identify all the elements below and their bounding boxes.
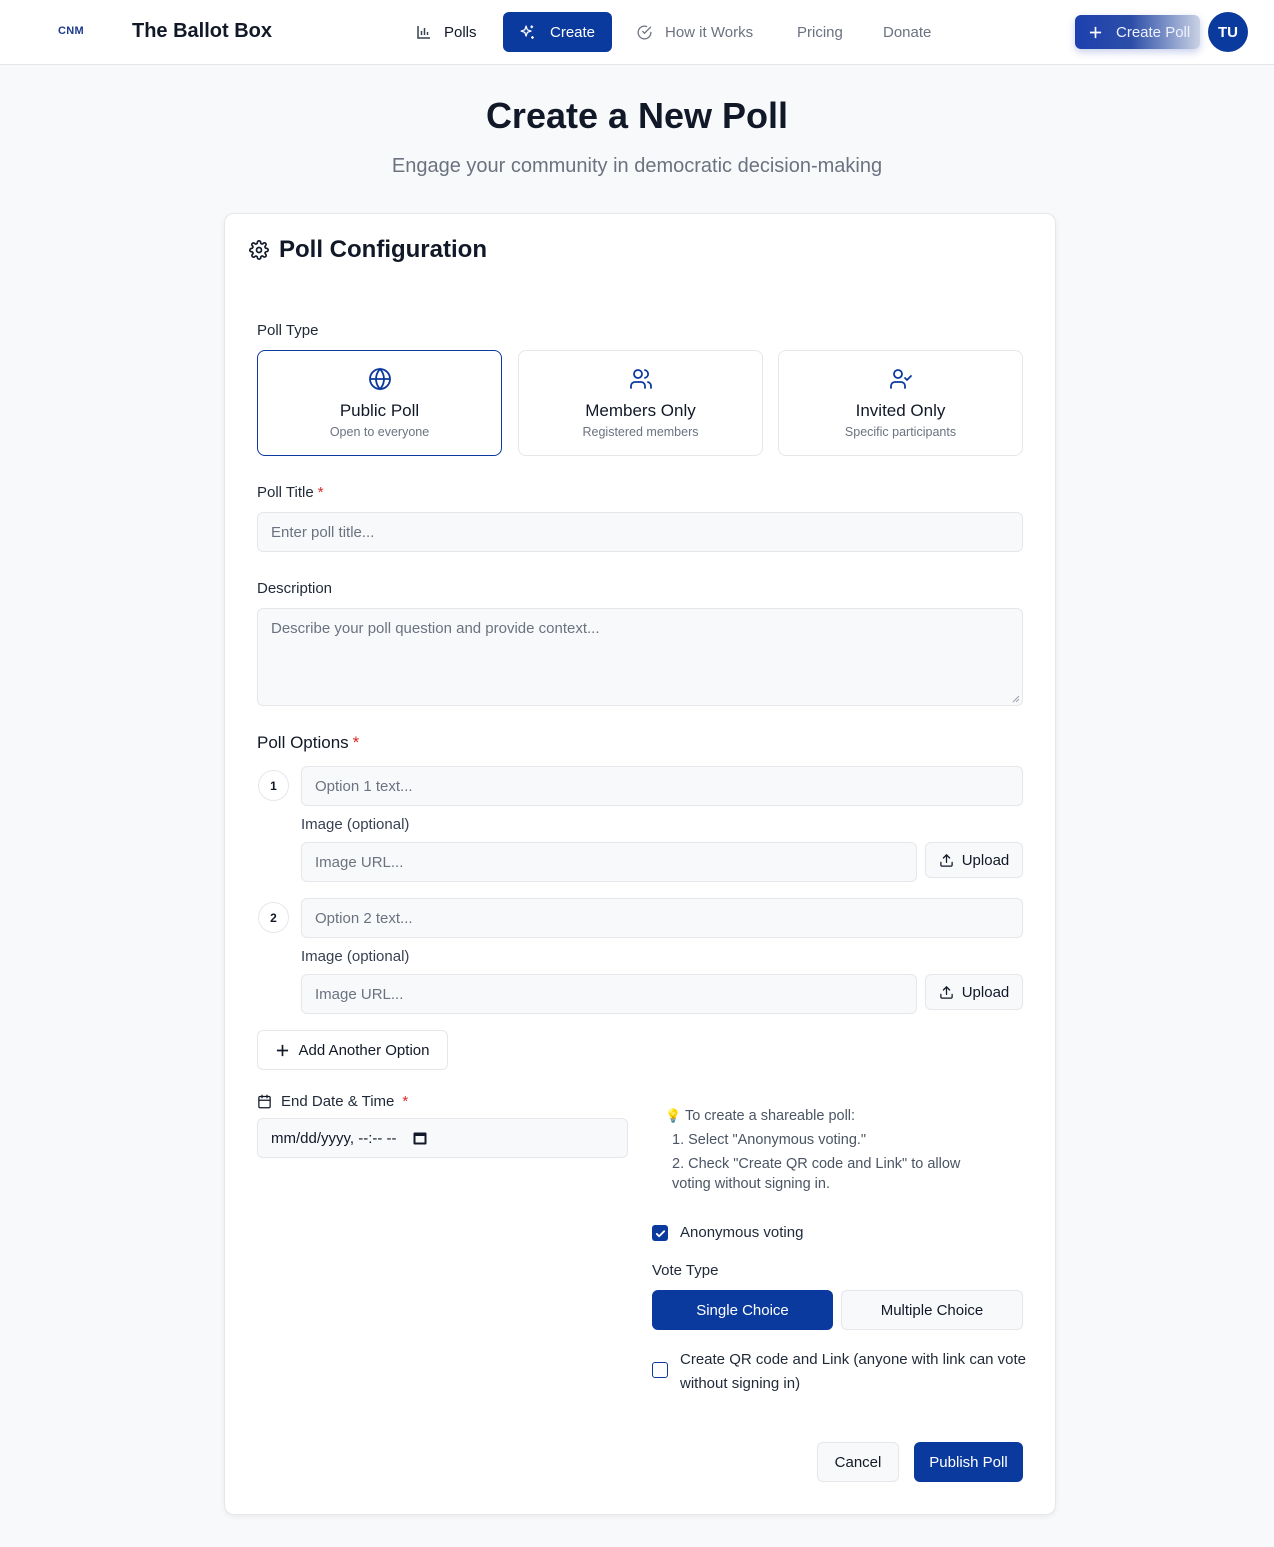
option-2-image-url-input[interactable]: Image URL... — [301, 974, 917, 1014]
option-1-placeholder: Option 1 text... — [315, 777, 413, 795]
poll-title-input[interactable]: Enter poll title... — [257, 512, 1023, 552]
option-number-badge: 2 — [258, 902, 289, 933]
description-textarea[interactable]: Describe your poll question and provide … — [257, 608, 1023, 706]
nav-link-donate[interactable]: Donate — [869, 12, 945, 52]
qr-link-label-line: without signing in) — [680, 1375, 801, 1392]
checkmark-icon — [655, 1229, 665, 1237]
qr-link-label: Create QR code and Link (anyone with lin… — [680, 1348, 1030, 1396]
plus-icon — [276, 1044, 288, 1056]
cancel-button[interactable]: Cancel — [817, 1442, 899, 1482]
poll-type-public[interactable]: Public Poll Open to everyone — [257, 350, 502, 456]
option-1-image-url-input[interactable]: Image URL... — [301, 842, 917, 882]
avatar[interactable]: TU — [1208, 12, 1248, 52]
top-navbar: CNM The Ballot Box Polls Create How it W… — [0, 0, 1274, 65]
poll-type-label: Poll Type — [257, 322, 319, 339]
poll-options-label-text: Poll Options — [257, 733, 349, 752]
card-title: Poll Configuration — [279, 236, 487, 263]
option-2-image-label: Image (optional) — [301, 948, 410, 965]
upload-label: Upload — [961, 851, 1010, 869]
calendar-icon — [258, 1094, 271, 1109]
poll-form-card: Poll Configuration Poll Type Public Poll… — [224, 213, 1056, 1515]
poll-type-desc: Specific participants — [844, 425, 957, 439]
tips-line: 1. Select "Anonymous voting." — [672, 1132, 867, 1148]
poll-type-invited[interactable]: Invited Only Specific participants — [778, 350, 1023, 456]
upload-label: Upload — [961, 983, 1010, 1001]
required-mark: * — [402, 1093, 409, 1110]
check-circle-icon — [637, 25, 652, 40]
add-option-label: Add Another Option — [298, 1041, 430, 1059]
vote-type-multiple-choice[interactable]: Multiple Choice — [841, 1290, 1023, 1330]
poll-title-placeholder: Enter poll title... — [271, 523, 375, 541]
page-title: Create a New Poll — [485, 95, 789, 136]
required-mark: * — [317, 484, 324, 501]
logo[interactable]: CNM — [58, 25, 84, 37]
nav-link-label: Create — [550, 23, 596, 41]
nav-link-label: Polls — [444, 23, 477, 41]
card-header: Poll Configuration — [249, 236, 487, 264]
option-2-input[interactable]: Option 2 text... — [301, 898, 1023, 938]
description-label: Description — [257, 580, 333, 597]
lightbulb-icon: 💡 — [665, 1108, 682, 1123]
bar-chart-icon — [417, 26, 430, 39]
publish-poll-button[interactable]: Publish Poll — [914, 1442, 1023, 1482]
nav-link-create[interactable]: Create — [503, 12, 612, 52]
create-poll-label: Create Poll — [1116, 23, 1191, 41]
nav-link-label: Donate — [883, 23, 932, 41]
poll-type-name: Public Poll — [339, 401, 420, 420]
page-subtitle: Engage your community in democratic deci… — [391, 155, 883, 177]
globe-icon — [368, 367, 391, 391]
gear-icon — [249, 240, 269, 260]
sparkles-icon — [520, 24, 534, 39]
anonymous-voting-checkbox[interactable] — [652, 1225, 668, 1241]
plus-icon — [1089, 26, 1102, 38]
poll-type-desc: Open to everyone — [329, 425, 430, 439]
anonymous-voting-label: Anonymous voting — [680, 1224, 804, 1241]
option-1-upload-button[interactable]: Upload — [925, 842, 1023, 878]
user-check-icon — [889, 369, 912, 389]
end-date-value: mm/dd/yyyy, --:-- -- — [271, 1129, 397, 1147]
qr-link-checkbox[interactable] — [652, 1362, 668, 1378]
end-date-input[interactable]: mm/dd/yyyy, --:-- -- — [257, 1118, 628, 1158]
option-1-image-placeholder: Image URL... — [315, 853, 404, 871]
resize-handle-icon[interactable] — [1012, 695, 1020, 703]
upload-icon — [939, 985, 953, 999]
option-number-badge: 1 — [258, 770, 289, 801]
shareable-poll-tips: 💡 To create a shareable poll: 1. Select … — [665, 1104, 1025, 1196]
nav-link-polls[interactable]: Polls — [402, 12, 491, 52]
option-2-upload-button[interactable]: Upload — [925, 974, 1023, 1010]
qr-link-label-line: Create QR code and Link (anyone with lin… — [680, 1351, 1027, 1368]
nav-link-label: Pricing — [797, 23, 843, 41]
poll-type-members[interactable]: Members Only Registered members — [518, 350, 763, 456]
nav-link-label: How it Works — [665, 23, 754, 41]
poll-options-label: Poll Options * — [257, 733, 359, 753]
brand-name[interactable]: The Ballot Box — [132, 20, 272, 43]
end-date-label-text: End Date & Time — [281, 1093, 395, 1110]
description-placeholder: Describe your poll question and provide … — [271, 620, 600, 637]
add-option-button[interactable]: Add Another Option — [257, 1030, 448, 1070]
create-poll-button[interactable]: Create Poll — [1075, 15, 1200, 49]
nav-link-pricing[interactable]: Pricing — [783, 12, 857, 52]
poll-title-label-text: Poll Title — [257, 484, 314, 501]
poll-type-desc: Registered members — [582, 425, 699, 439]
users-icon — [629, 369, 652, 389]
poll-title-label: Poll Title * — [257, 484, 324, 501]
calendar-picker-icon[interactable] — [413, 1131, 427, 1145]
vote-type-single-choice[interactable]: Single Choice — [652, 1290, 833, 1330]
poll-type-name: Members Only — [585, 401, 696, 420]
vote-type-label: Vote Type — [652, 1262, 719, 1279]
nav-link-how-it-works[interactable]: How it Works — [622, 12, 767, 52]
poll-type-name: Invited Only — [855, 401, 946, 420]
end-date-label: End Date & Time * — [257, 1093, 408, 1110]
option-2-placeholder: Option 2 text... — [315, 909, 413, 927]
required-mark: * — [352, 733, 360, 752]
tips-heading: To create a shareable poll: — [684, 1108, 856, 1124]
option-2-image-placeholder: Image URL... — [315, 985, 404, 1003]
upload-icon — [939, 853, 953, 867]
option-1-image-label: Image (optional) — [301, 816, 410, 833]
option-1-input[interactable]: Option 1 text... — [301, 766, 1023, 806]
